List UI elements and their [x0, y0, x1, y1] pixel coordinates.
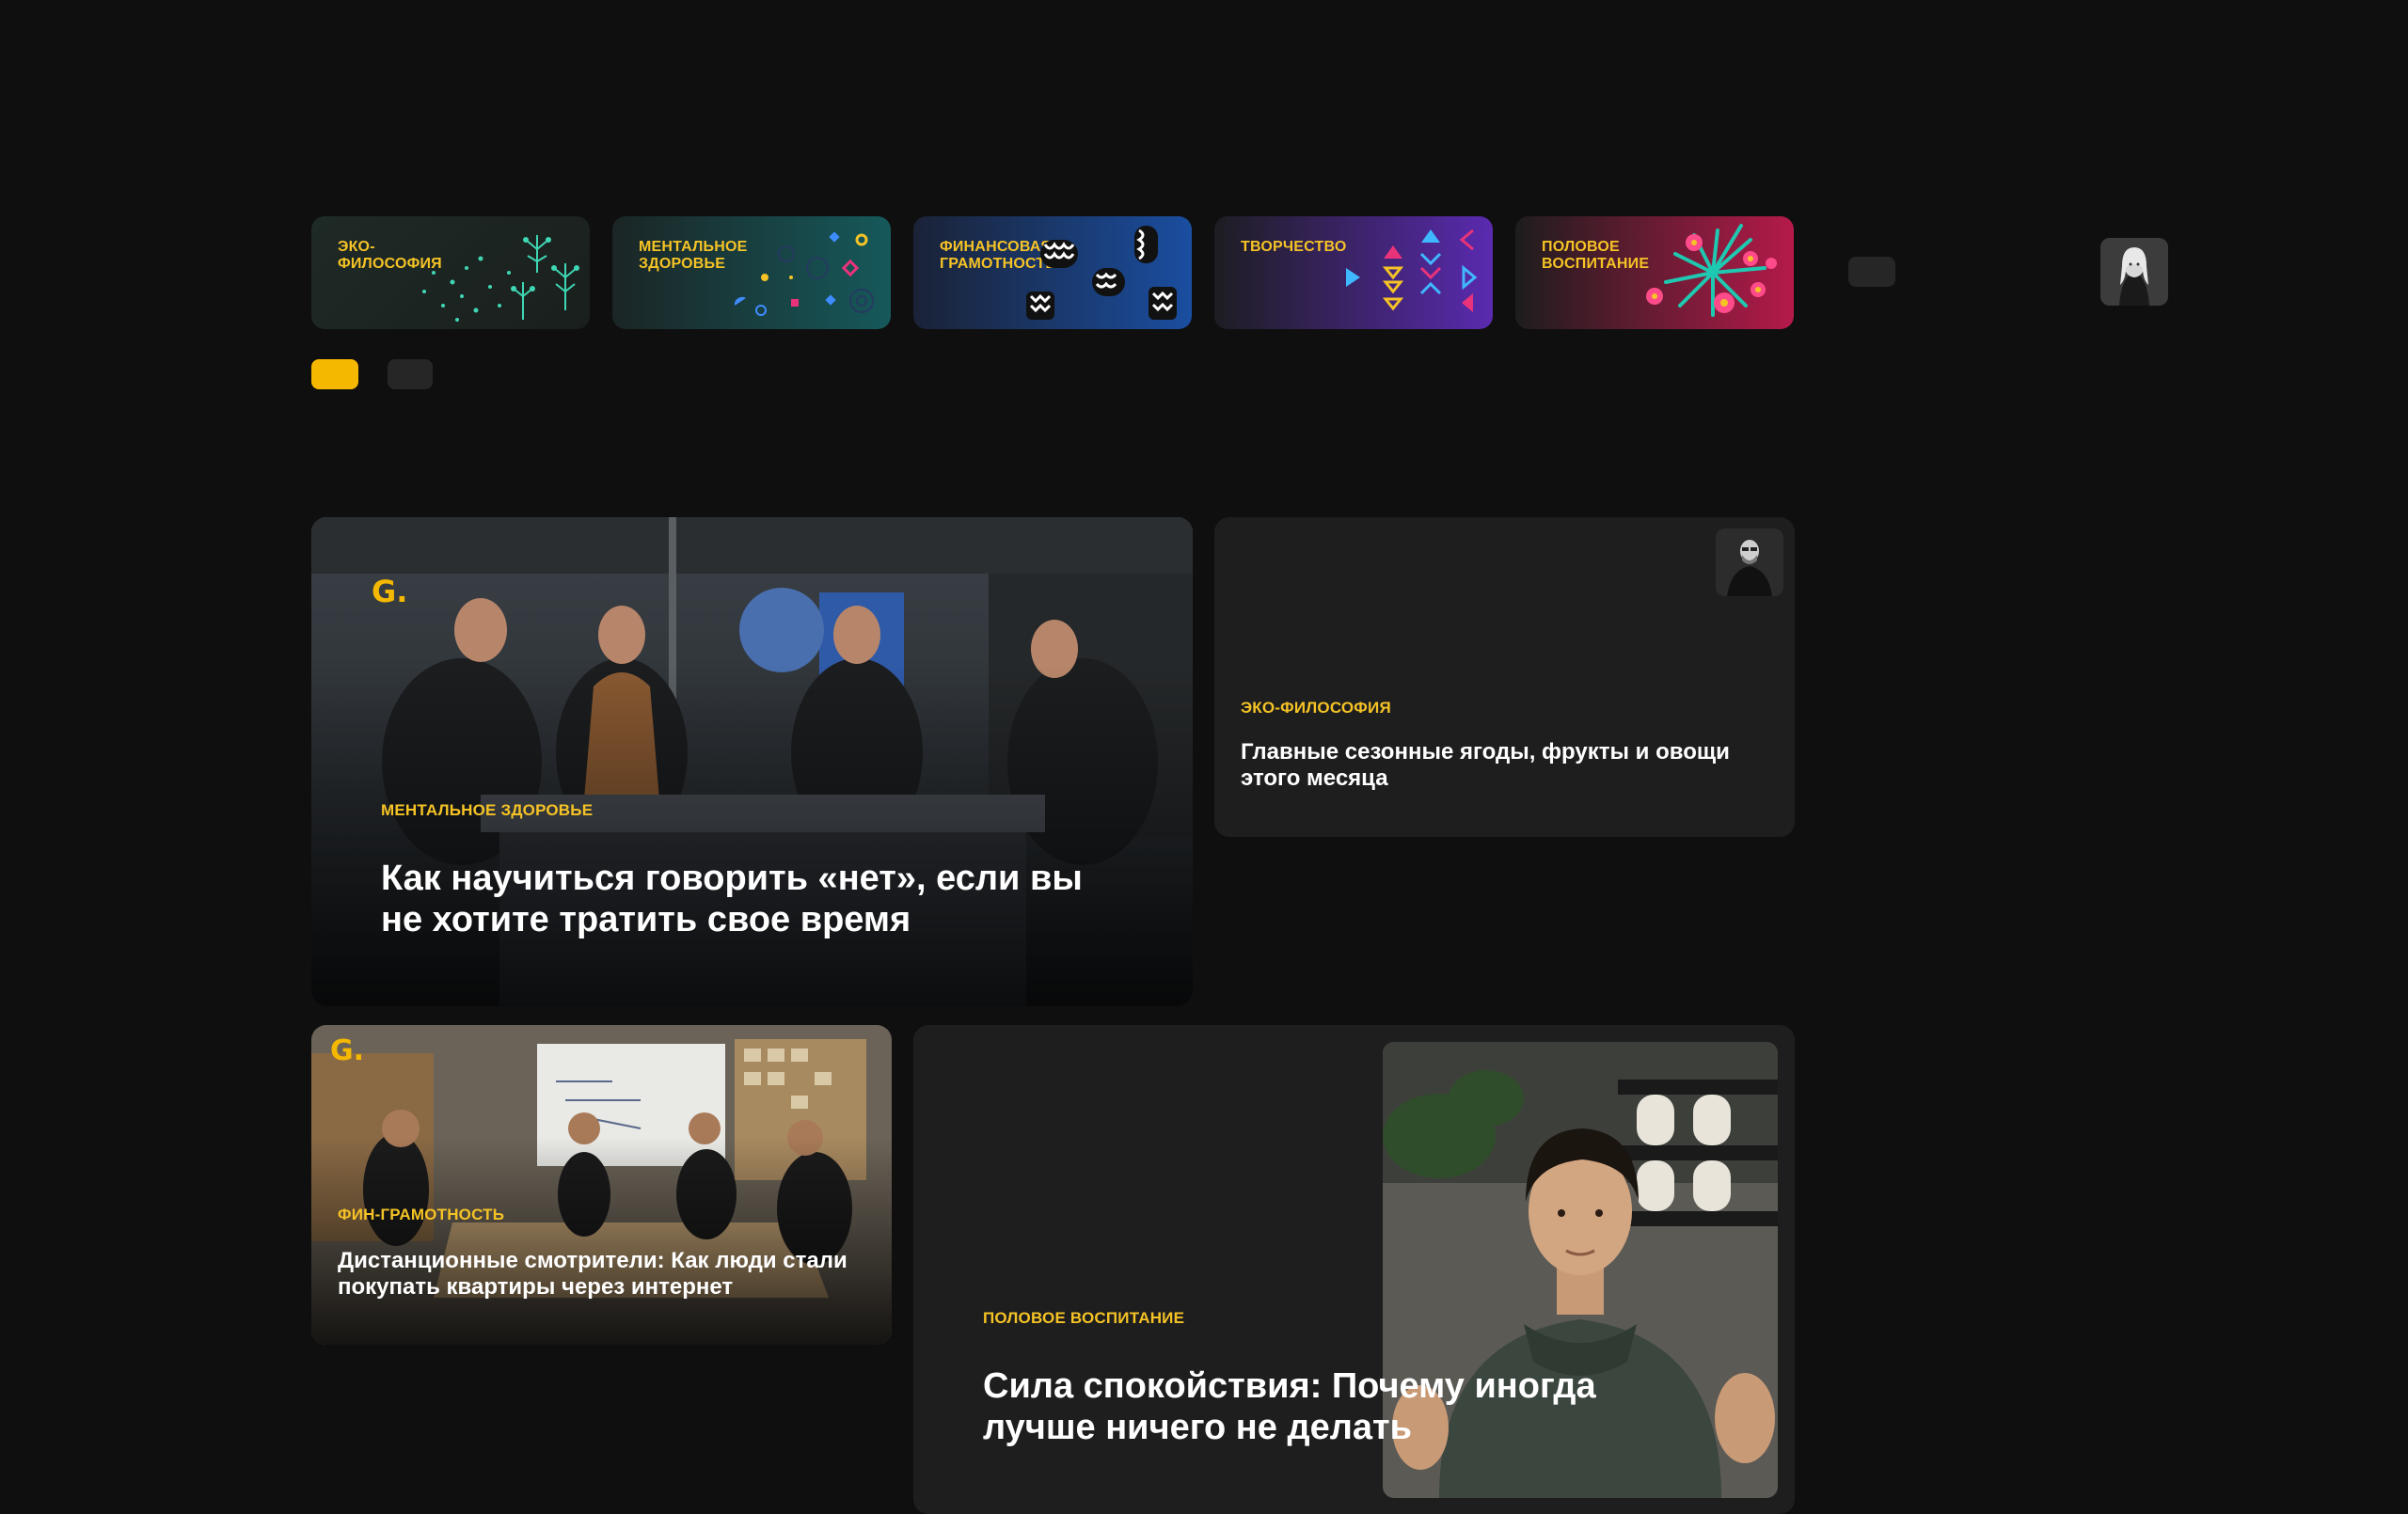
category-card-mental[interactable]: МЕНТАЛЬНОЕ ЗДОРОВЬЕ	[612, 216, 891, 329]
eco-pattern-icon	[422, 235, 579, 322]
brand-logo: G.	[372, 574, 408, 609]
finance-article-title[interactable]: Дистанционные смотрители: Как люди стали…	[338, 1248, 864, 1301]
category-card-creativity[interactable]: ТВОРЧЕСТВО	[1214, 216, 1493, 329]
slider-indicator[interactable]	[388, 359, 433, 389]
finance-article-tag[interactable]: ФИН-ГРАМОТНОСТЬ	[338, 1206, 504, 1224]
slider-indicator-active[interactable]	[311, 359, 358, 389]
author-avatar-small[interactable]	[1716, 528, 1783, 596]
finance-pattern-icon	[1026, 226, 1177, 320]
category-card-eco[interactable]: ЭКО-ФИЛОСОФИЯ	[311, 216, 590, 329]
sex-ed-article-card[interactable]: ПОЛОВОЕ ВОСПИТАНИЕ Сила спокойствия: Поч…	[913, 1025, 1795, 1514]
featured-article-tag[interactable]: МЕНТАЛЬНОЕ ЗДОРОВЬЕ	[381, 801, 593, 820]
sex-ed-article-title[interactable]: Сила спокойствия: Почему иногда лучше ни…	[983, 1365, 1660, 1448]
author-avatar[interactable]	[2100, 238, 2168, 306]
eco-article-title[interactable]: Главные сезонные ягоды, фрукты и овощи э…	[1241, 739, 1730, 792]
flowers-pattern-icon	[1646, 224, 1777, 317]
finance-article-card[interactable]: G. ФИН-ГРАМОТНОСТЬ Дистанционные смотрит…	[311, 1025, 892, 1345]
category-card-finance[interactable]: ФИНАНСОВАЯ ГРАМОТНОСТЬ	[913, 216, 1192, 329]
category-card-sex-ed[interactable]: ПОЛОВОЕ ВОСПИТАНИЕ	[1515, 216, 1794, 329]
sex-ed-article-tag[interactable]: ПОЛОВОЕ ВОСПИТАНИЕ	[983, 1309, 1184, 1328]
man-portrait-icon	[1716, 528, 1783, 596]
eco-article-card[interactable]: ЭКО-ФИЛОСОФИЯ Главные сезонные ягоды, фр…	[1214, 517, 1795, 837]
featured-article-title[interactable]: Как научиться говорить «нет», если вы не…	[381, 858, 1133, 940]
featured-article-card[interactable]: G. МЕНТАЛЬНОЕ ЗДОРОВЬЕ Как научиться гов…	[311, 517, 1193, 1006]
mental-pattern-icon	[734, 231, 874, 316]
woman-portrait-icon	[2100, 238, 2168, 306]
creativity-pattern-icon	[1346, 229, 1478, 312]
categories-more-button[interactable]	[1848, 257, 1895, 287]
brand-logo: G.	[330, 1034, 365, 1067]
eco-article-tag[interactable]: ЭКО-ФИЛОСОФИЯ	[1241, 699, 1391, 718]
